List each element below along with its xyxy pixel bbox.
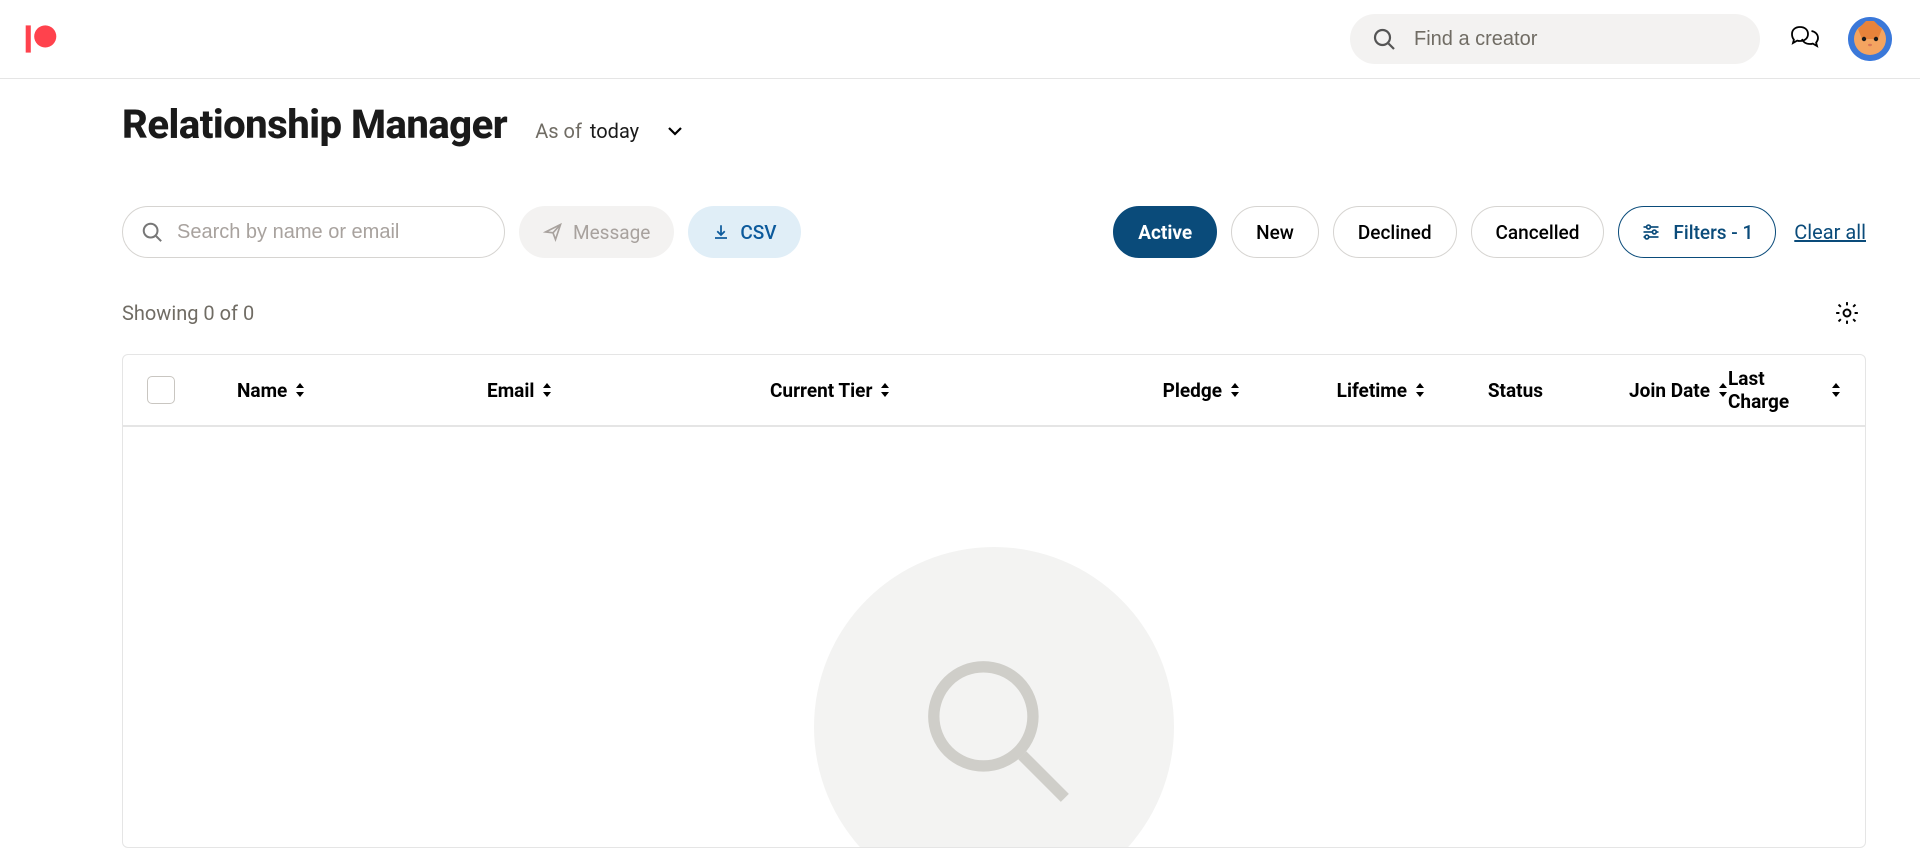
column-header-lifetime[interactable]: Lifetime [1240, 379, 1425, 402]
column-header-tier[interactable]: Current Tier [770, 379, 1080, 402]
status-filter-new[interactable]: New [1231, 206, 1319, 258]
status-filter-cancelled[interactable]: Cancelled [1471, 206, 1605, 258]
filters-button[interactable]: Filters - 1 [1618, 206, 1776, 258]
table-settings-button[interactable] [1834, 300, 1860, 326]
sort-icon [1831, 383, 1841, 397]
search-icon [141, 221, 163, 243]
asof-label: As of [535, 119, 582, 143]
clear-all-link[interactable]: Clear all [1794, 220, 1866, 244]
empty-state [123, 427, 1865, 847]
global-search[interactable] [1350, 14, 1760, 64]
column-header-status[interactable]: Status [1425, 379, 1543, 402]
column-header-email[interactable]: Email [487, 379, 770, 402]
sort-icon [1230, 383, 1240, 397]
column-header-join[interactable]: Join Date [1543, 379, 1728, 402]
user-avatar[interactable] [1848, 17, 1892, 61]
sort-icon [1718, 383, 1728, 397]
sort-icon [542, 383, 552, 397]
page-title: Relationship Manager [122, 101, 507, 148]
column-header-pledge[interactable]: Pledge [1080, 379, 1240, 402]
status-filter-declined[interactable]: Declined [1333, 206, 1457, 258]
column-header-name[interactable]: Name [237, 379, 487, 402]
search-icon [909, 642, 1079, 812]
patreon-logo[interactable] [24, 22, 58, 56]
topbar [0, 0, 1920, 79]
status-filter-active[interactable]: Active [1113, 206, 1217, 258]
column-header-last-charge[interactable]: Last Charge [1728, 367, 1841, 413]
showing-text: Showing 0 of 0 [122, 301, 254, 325]
search-icon [1372, 27, 1396, 51]
chevron-down-icon [665, 121, 685, 141]
sliders-icon [1641, 222, 1661, 242]
csv-button[interactable]: CSV [688, 206, 800, 258]
select-all-checkbox[interactable] [147, 376, 175, 404]
sort-icon [295, 383, 305, 397]
message-label: Message [573, 221, 650, 244]
filters-label: Filters - 1 [1673, 221, 1753, 244]
members-table: Name Email Current Tier Pledge [122, 354, 1866, 848]
asof-value: today [590, 119, 639, 143]
download-icon [712, 223, 730, 241]
message-button[interactable]: Message [519, 206, 674, 258]
asof-selector[interactable]: As of today [535, 119, 685, 143]
sort-icon [880, 383, 890, 397]
member-search-input[interactable] [177, 221, 486, 244]
sort-icon [1415, 383, 1425, 397]
member-search[interactable] [122, 206, 505, 258]
table-header: Name Email Current Tier Pledge [123, 355, 1865, 427]
global-search-input[interactable] [1414, 28, 1738, 51]
empty-state-illustration [814, 547, 1174, 848]
send-icon [543, 222, 563, 242]
csv-label: CSV [740, 221, 776, 244]
messages-button[interactable] [1788, 23, 1820, 55]
gear-icon [1834, 300, 1860, 326]
main-content: Relationship Manager As of today [0, 79, 1920, 848]
